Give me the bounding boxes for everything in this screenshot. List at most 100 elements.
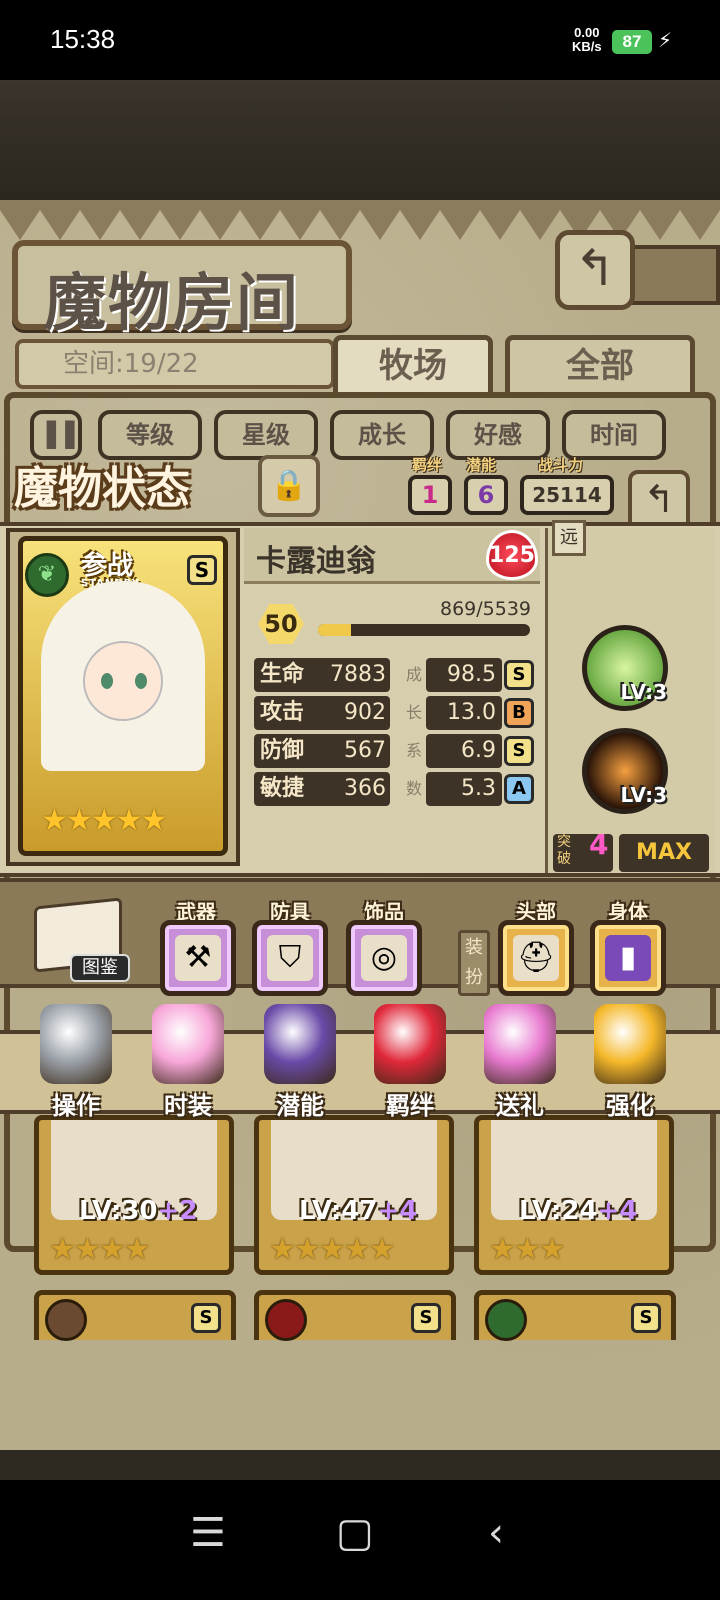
level-text: LV:47	[299, 1196, 378, 1226]
action-label: 潜能	[276, 1092, 324, 1120]
stat-row: 敏捷 366 5.3 A	[254, 772, 536, 808]
stat-growth: 6.9	[426, 734, 502, 768]
bond-label: 羁绊	[412, 456, 443, 474]
stat-grade-badge: S	[504, 736, 534, 766]
level-bonus: +4	[377, 1196, 418, 1226]
card-grade-badge: S	[187, 555, 217, 585]
back-arrow-icon: ↰	[574, 239, 616, 297]
action-button-6[interactable]: 强化	[582, 1004, 678, 1134]
accessory-slot[interactable]: ◎	[346, 920, 422, 996]
stat-growth: 13.0	[426, 696, 502, 730]
monster-list-card[interactable]: S	[254, 1290, 456, 1341]
map-background-bottom	[0, 1450, 720, 1480]
potential-value: 6	[464, 475, 508, 515]
grade-badge: S	[631, 1303, 661, 1333]
monster-list-card[interactable]: S	[474, 1290, 676, 1341]
back-button-rail	[630, 245, 720, 305]
monster-status-title: 魔物状态	[14, 463, 190, 514]
room-tabs: 空间:19/22 牧场 全部	[15, 335, 705, 397]
monster-list-card[interactable]: LV:47+4 ★★★★★	[254, 1115, 454, 1275]
level-bonus: +2	[157, 1196, 198, 1226]
action-button-4[interactable]: 羁绊	[362, 1004, 458, 1134]
bond-value: 1	[408, 475, 452, 515]
exp-text: 869/5539	[440, 598, 532, 620]
growth-char-1: 成	[405, 665, 422, 684]
tab-all[interactable]: 全部	[505, 335, 695, 397]
breakthrough-value: 4	[589, 828, 609, 861]
exp-bar-fill	[318, 624, 352, 636]
monster-list-stars: ★★★	[489, 1232, 566, 1267]
monster-list-stars: ★★★★	[49, 1232, 151, 1267]
network-speed: 0.00 KB/s	[572, 26, 602, 54]
max-button[interactable]: MAX	[619, 834, 709, 872]
pause-sort-icon: ▐▐	[37, 421, 75, 449]
element-icon	[265, 1299, 307, 1341]
back-nav-icon[interactable]: ‹	[488, 1510, 504, 1556]
exp-bar	[318, 624, 530, 636]
menu-nav-icon[interactable]: ☰	[190, 1510, 226, 1556]
level-bonus: +4	[597, 1196, 638, 1226]
monster-list-card[interactable]: LV:30+2 ★★★★	[34, 1115, 234, 1275]
home-nav-icon[interactable]: ▢	[336, 1510, 374, 1556]
action-button-3[interactable]: 潜能	[252, 1004, 348, 1134]
stat-value: 567	[344, 738, 386, 763]
lock-button[interactable]: 🔒	[258, 455, 320, 517]
action-button-2[interactable]: 时装	[140, 1004, 236, 1134]
level-text: LV:30	[79, 1196, 158, 1226]
sort-by-affection[interactable]: 好感	[446, 410, 550, 460]
element-icon	[485, 1299, 527, 1341]
gift-icon	[484, 1004, 556, 1084]
demon-icon	[264, 1004, 336, 1084]
body-slot[interactable]: ▮	[590, 920, 666, 996]
action-label: 操作	[52, 1092, 100, 1120]
stat-grade-badge: B	[504, 698, 534, 728]
stat-value: 902	[344, 700, 386, 725]
growth-vertical-label: 成 长 系 数	[404, 656, 424, 808]
monster-face	[83, 641, 163, 721]
sort-by-time[interactable]: 时间	[562, 410, 666, 460]
potential-label: 潜能	[466, 456, 497, 474]
fire-sword-skill-icon[interactable]: LV:3	[582, 728, 668, 814]
grade-badge: S	[411, 1303, 441, 1333]
hearts-icon	[374, 1004, 446, 1084]
sort-by-growth[interactable]: 成长	[330, 410, 434, 460]
system-nav-bar: ☰ ▢ ‹	[0, 1480, 720, 1600]
stat-grade-badge: A	[504, 774, 534, 804]
armor-slot[interactable]: ⛉	[252, 920, 328, 996]
monster-list-level: LV:30+2	[79, 1196, 197, 1226]
stat-growth: 98.5	[426, 658, 502, 692]
standby-badge-label: 参战	[81, 551, 134, 581]
growth-char-2: 长	[405, 703, 422, 722]
screen: 15:38 0.00 KB/s 87 ⚡ 魔物房间 ↰ 空间:19/22 牧场 …	[0, 0, 720, 1600]
monster-list-card[interactable]: S	[34, 1290, 236, 1341]
monster-name: 卡露迪翁	[256, 544, 376, 579]
outfit-icon	[152, 1004, 224, 1084]
room-title-plate: 魔物房间	[12, 240, 352, 339]
monster-list-card[interactable]: LV:24+4 ★★★	[474, 1115, 674, 1275]
room-title: 魔物房间	[44, 266, 301, 339]
monster-list-level: LV:47+4	[299, 1196, 417, 1226]
cloak-icon: ⛉	[267, 935, 313, 981]
codex-button[interactable]: 图鉴	[30, 897, 130, 982]
headband-icon: ⛑	[513, 935, 559, 981]
tab-ranch[interactable]: 牧场	[333, 335, 493, 397]
dress-up-label: 装扮	[458, 930, 490, 996]
book-icon: ▮	[605, 935, 651, 981]
action-button-5[interactable]: 送礼	[472, 1004, 568, 1134]
stat-row: 生命 7883 98.5 S	[254, 658, 536, 694]
weapon-slot[interactable]: ⚒	[160, 920, 236, 996]
power-label: 战斗力	[538, 456, 584, 474]
growth-char-3: 系	[405, 741, 422, 760]
monster-card[interactable]: ❦ 参战 STANDBY S ★★★★★	[18, 536, 228, 856]
action-label: 羁绊	[386, 1092, 434, 1120]
skill-2-level: LV:3	[620, 783, 667, 807]
charging-bolt-icon: ⚡	[658, 28, 673, 52]
leaf-element-icon: ❦	[25, 553, 69, 597]
stat-growth: 5.3	[426, 772, 502, 806]
head-slot[interactable]: ⛑	[498, 920, 574, 996]
room-back-button[interactable]: ↰	[555, 230, 635, 310]
space-capacity: 空间:19/22	[15, 339, 335, 389]
leaf-skill-icon[interactable]: LV:3	[582, 625, 668, 711]
action-button-1[interactable]: 操作	[28, 1004, 124, 1134]
card-star-rating: ★★★★★	[41, 803, 167, 838]
